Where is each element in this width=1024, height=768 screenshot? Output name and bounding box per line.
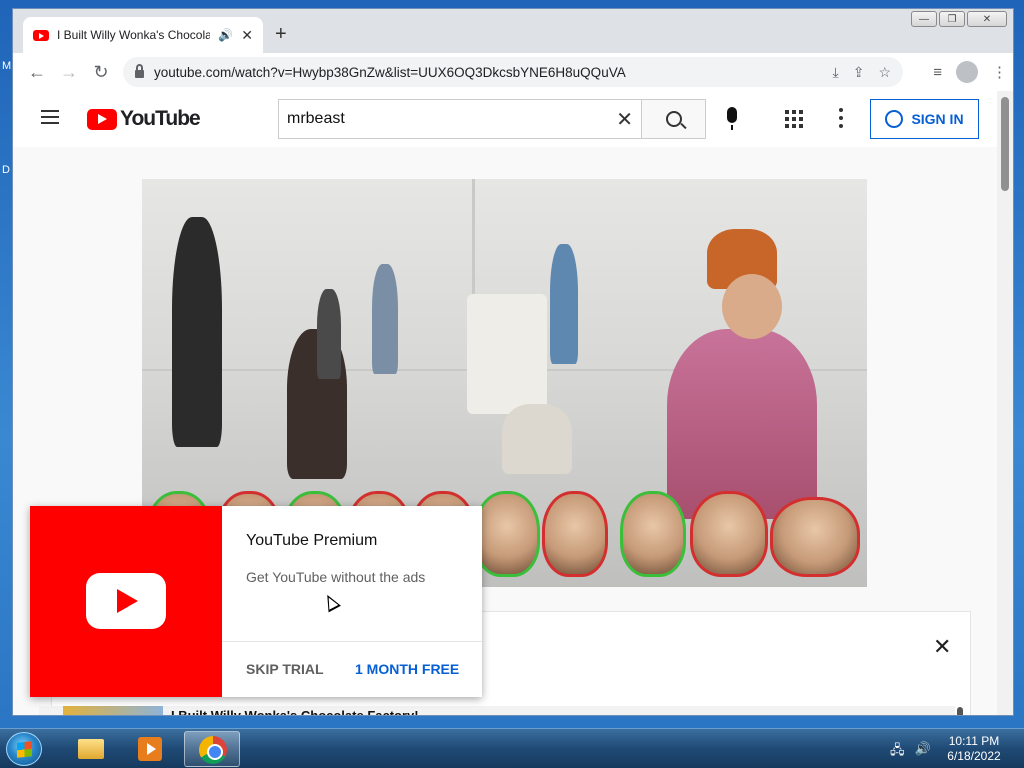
youtube-premium-popup: YouTube Premium Get YouTube without the … [30,506,482,697]
chrome-menu-icon[interactable]: ⋮ [992,63,1007,81]
bookmark-star-icon[interactable]: ☆ [878,64,891,81]
url-text[interactable]: youtube.com/watch?v=Hwybp38GnZw&list=UUX… [154,65,819,80]
system-tray: 🖧 🔊 [890,741,931,763]
one-month-free-button[interactable]: 1 MONTH FREE [355,661,459,677]
share-icon[interactable]: ⇪ [853,64,865,81]
back-button[interactable]: ← [21,62,53,83]
sign-in-label: SIGN IN [911,111,964,127]
youtube-favicon-icon [33,29,49,41]
minimize-button[interactable]: — [911,11,937,27]
panel-scrollbar[interactable] [957,707,963,715]
youtube-play-icon [87,108,117,130]
reload-button[interactable]: ↻ [85,62,117,83]
chrome-icon [199,736,227,764]
taskbar-explorer[interactable] [62,731,118,767]
tab-title: I Built Willy Wonka's Chocolate Factory! [57,28,210,42]
video-thumbnail[interactable] [63,706,163,715]
toolbar-right: ≡ ⋮ [933,61,1007,83]
youtube-logo-text: YouTube [120,107,201,130]
search-icon [665,111,682,127]
profile-avatar[interactable] [956,61,978,83]
clock[interactable]: 10:11 PM 6/18/2022 [942,734,1006,764]
window-controls: — ❐ ✕ [911,11,1007,27]
youtube-masthead: YouTube mrbeast ✕ SIGN IN [13,91,997,147]
volume-icon[interactable]: 🔊 [915,741,931,763]
hamburger-menu-icon[interactable] [41,110,59,124]
network-icon[interactable]: 🖧 [890,741,905,763]
media-control-icon[interactable]: ≡ [933,64,942,81]
close-tab-button[interactable]: ✕ [241,27,253,44]
folder-icon [78,739,104,759]
apps-grid-icon[interactable] [785,110,803,128]
playlist-row[interactable]: I Built Willy Wonka's Chocolate Factory! [39,706,955,715]
divider [222,641,482,642]
address-bar[interactable]: youtube.com/watch?v=Hwybp38GnZw&list=UUX… [123,57,903,87]
close-panel-button[interactable]: ✕ [933,634,951,660]
taskbar-chrome[interactable] [184,731,240,767]
desktop-icon-label[interactable]: M [2,60,11,72]
maximize-button[interactable]: ❐ [939,11,965,27]
start-button[interactable] [6,732,42,766]
lock-icon[interactable] [135,64,144,78]
forward-button[interactable]: → [53,62,85,83]
search-button[interactable] [642,99,706,139]
premium-heading: YouTube Premium [246,532,378,549]
premium-subtitle: Get YouTube without the ads [246,569,426,585]
close-window-button[interactable]: ✕ [967,11,1007,27]
new-tab-button[interactable]: + [275,23,287,46]
desktop-icon-label[interactable]: D [2,164,10,176]
account-icon [885,110,904,128]
page-scrollbar[interactable] [997,91,1013,715]
voice-search-icon[interactable] [727,107,737,130]
premium-banner [30,506,222,697]
search-input[interactable]: mrbeast [287,110,616,128]
clock-date: 6/18/2022 [947,749,1001,763]
clear-search-icon[interactable]: ✕ [616,107,633,132]
youtube-play-icon [86,573,166,629]
taskbar-media-player[interactable] [122,731,178,767]
browser-toolbar: ← → ↻ youtube.com/watch?v=Hwybp38GnZw&li… [13,53,1013,91]
scrollbar-thumb[interactable] [1001,97,1009,191]
taskbar: 🖧 🔊 10:11 PM 6/18/2022 [0,728,1024,768]
sign-in-button[interactable]: SIGN IN [870,99,979,139]
settings-more-icon[interactable] [839,108,843,128]
browser-tab[interactable]: I Built Willy Wonka's Chocolate Factory!… [23,17,263,53]
media-player-icon [138,737,162,761]
clock-time: 10:11 PM [948,734,1000,748]
skip-trial-button[interactable]: SKIP TRIAL [246,661,324,677]
install-icon[interactable]: ⤓ [833,64,839,81]
youtube-logo[interactable]: YouTube [87,107,201,131]
playlist-video-title[interactable]: I Built Willy Wonka's Chocolate Factory! [171,708,419,715]
search-box[interactable]: mrbeast ✕ [278,99,642,139]
speaker-icon[interactable]: 🔊 [218,28,233,42]
